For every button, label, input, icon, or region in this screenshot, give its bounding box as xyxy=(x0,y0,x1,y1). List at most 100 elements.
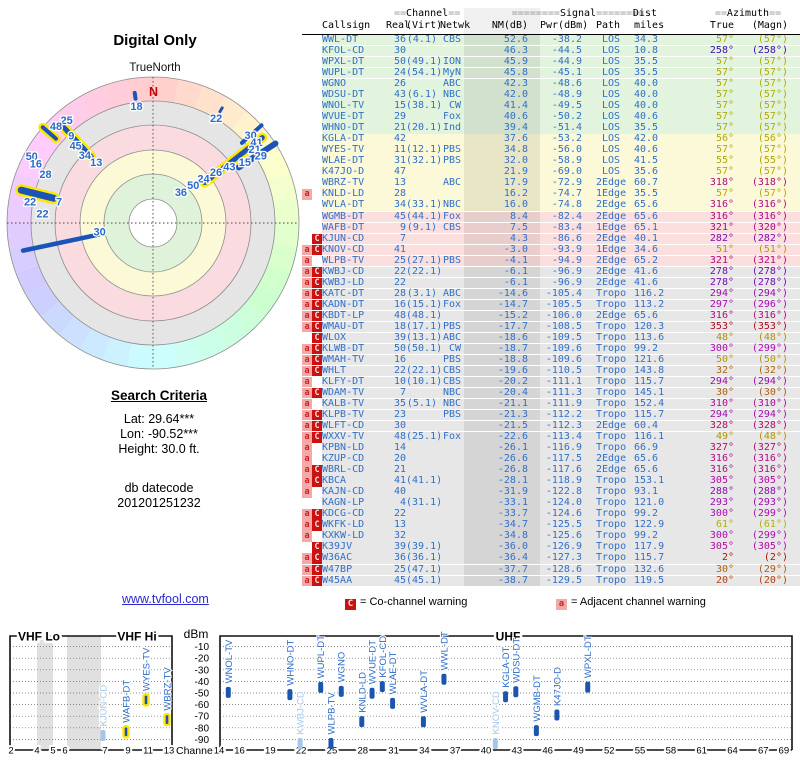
table-row: a C W47BP 25(47.1) -37.7 -128.6 Tropo 132.6 30°(… xyxy=(302,564,800,576)
column-header: Path xyxy=(596,20,621,31)
adjacent-warning-cell: a xyxy=(302,553,312,564)
column-header: Pwr(dBm) xyxy=(540,20,589,31)
svg-text:13: 13 xyxy=(164,746,175,757)
svg-text:26: 26 xyxy=(210,167,222,179)
signal-bar xyxy=(359,716,365,728)
adjacent-warning-cell: a xyxy=(302,421,312,432)
station-data: WBRZ-TV 13 ABC 17.9 -72.9 2Edge 60.7 318° (318°) xyxy=(322,178,800,189)
co-channel-warning-cell xyxy=(312,134,322,144)
signal-bar xyxy=(390,697,396,709)
adjacent-warning-cell xyxy=(302,498,312,508)
station-data: WAFB-DT 9(9.1) CBS 7.5 -83.4 1Edge 65.1 321° (32… xyxy=(322,222,800,233)
adjacent-channel-legend-text: = Adjacent channel warning xyxy=(571,596,706,608)
svg-text:-30: -30 xyxy=(195,665,210,676)
station-data: KATC-DT 28(3.1) ABC -14.6 -105.4 Tropo 116.2 29… xyxy=(322,288,800,300)
co-channel-warning-cell: C xyxy=(312,509,322,520)
signal-bar-label: WLPB-TV xyxy=(326,692,337,735)
co-channel-warning-cell xyxy=(312,223,322,233)
svg-text:69: 69 xyxy=(779,746,790,757)
adjacent-warning-cell: a xyxy=(302,376,312,388)
tvfool-link[interactable]: www.tvfool.com xyxy=(122,592,209,606)
vhf-bars: KJUN-CD WAFB-DT WYES-TV WBRZ-TV xyxy=(97,646,175,741)
svg-text:36: 36 xyxy=(175,187,187,199)
adjacent-warning-cell: a xyxy=(302,288,312,300)
co-channel-warning-cell xyxy=(312,531,322,541)
adjacent-warning-cell xyxy=(302,46,312,56)
adjacent-warning-cell: a xyxy=(302,299,312,311)
column-header: True xyxy=(709,20,734,31)
station-data: W45AA 45(45.1) -38.7 -129.5 Tropo 119.5 20° (20… xyxy=(322,575,800,586)
co-channel-warning-cell xyxy=(312,101,322,111)
adjacent-warning-cell xyxy=(302,212,312,222)
adjacent-warning-cell: a xyxy=(302,399,312,410)
svg-text:52: 52 xyxy=(604,746,615,757)
co-channel-warning-cell: C xyxy=(312,465,322,476)
adjacent-warning-cell: a xyxy=(302,266,312,278)
adjacent-warning-cell: a xyxy=(302,354,312,366)
station-data: KLPB-TV 23 PBS -21.3 -112.2 Tropo 115.7 294° (29… xyxy=(322,409,800,421)
signal-bar xyxy=(503,691,509,703)
adjacent-warning-cell xyxy=(302,134,312,144)
co-channel-legend-text: = Co-channel warning xyxy=(360,596,468,608)
group-header-channel: ==Channel== xyxy=(394,8,461,19)
co-channel-warning-cell xyxy=(312,256,322,266)
co-channel-warning-cell: C xyxy=(312,388,322,399)
adjacent-warning-cell: a xyxy=(302,189,312,200)
spectrum-charts: VHF Lo VHF Hi UHFdBm-10-20-30-40-50-60-70-… xyxy=(6,627,793,759)
adjacent-warning-cell xyxy=(302,145,312,155)
co-channel-warning-cell xyxy=(312,487,322,497)
svg-text:22: 22 xyxy=(36,208,48,220)
column-header: NM(dB) xyxy=(491,20,528,31)
svg-text:46: 46 xyxy=(542,746,553,757)
signal-bar-label: WGMB-DT xyxy=(532,675,543,722)
signal-bar-label: WAFB-DT xyxy=(122,680,133,723)
signal-bar xyxy=(297,738,303,749)
svg-text:15: 15 xyxy=(239,157,251,169)
station-data: WYES-TV 11(12.1)PBS 34.8 -56.0 LOS 40.6 57° (57… xyxy=(322,144,800,156)
table-row: a C W45AA 45(45.1) -38.7 -129.5 Tropo 119.5 20°(… xyxy=(302,575,800,587)
svg-text:30: 30 xyxy=(94,226,106,238)
adjacent-warning-cell: a xyxy=(302,531,312,542)
svg-text:11: 11 xyxy=(143,746,153,757)
adjacent-warning-cell: a xyxy=(302,465,312,476)
svg-text:VHF Hi: VHF Hi xyxy=(117,630,156,644)
station-data: WLPB-TV 25(27.1)PBS -4.1 -94.9 2Edge 65.2 321°… xyxy=(322,255,800,267)
svg-text:18: 18 xyxy=(130,101,142,113)
signal-bar-label: KNOV-CD xyxy=(491,691,502,734)
svg-text:dBm: dBm xyxy=(184,627,209,641)
station-data: KBCA 41(41.1) -28.1 -118.9 Tropo 153.1 305° (30… xyxy=(322,475,800,487)
signal-bar-label: WNOL-TV xyxy=(224,639,235,683)
adjacent-warning-cell xyxy=(302,542,312,552)
station-data: W36AC 36(36.1) -36.4 -127.3 Tropo 115.7 2° (2°) xyxy=(322,553,800,564)
adjacent-warning-cell xyxy=(302,90,312,100)
co-channel-warning-cell xyxy=(312,68,322,78)
signal-bar-label: KJUN-CD xyxy=(99,685,110,727)
co-channel-warning-cell: C xyxy=(312,542,322,553)
station-data: WLOX 39(13.1)ABC -18.6 -109.5 Tropo 113.6 48°(… xyxy=(322,332,800,344)
radar-subtitle: TrueNorth xyxy=(129,62,181,74)
signal-bar xyxy=(513,686,519,698)
signal-bar-label: WGNO xyxy=(337,652,348,683)
adjacent-warning-cell xyxy=(302,57,312,67)
co-channel-warning-cell: C xyxy=(312,354,322,366)
svg-text:7: 7 xyxy=(102,746,107,757)
station-data: KFOL-CD 30 46.3 -44.5 LOS 10.8 258° (258°) xyxy=(322,45,800,57)
co-channel-legend: C = Co-channel warning xyxy=(345,596,467,610)
station-data: WUPL-DT 24(54.1)MyN 45.8 -45.1 LOS 35.5 57° (57… xyxy=(322,67,800,79)
svg-text:4: 4 xyxy=(34,746,39,757)
svg-text:48: 48 xyxy=(50,121,62,133)
svg-text:64: 64 xyxy=(727,746,738,757)
column-header: (Magn) xyxy=(751,20,788,31)
svg-text:-70: -70 xyxy=(195,712,210,723)
svg-text:-60: -60 xyxy=(195,700,210,711)
signal-bar-label: WPXL-DT xyxy=(583,635,594,678)
station-data: WKFK-LD 13 -34.7 -125.5 Tropo 122.9 61° (61°) xyxy=(322,519,800,531)
adjacent-warning-cell xyxy=(302,234,312,244)
signal-bar-label: K47JO-D xyxy=(552,667,563,706)
svg-text:31: 31 xyxy=(388,746,399,757)
adjacent-warning-cell: a xyxy=(302,310,312,322)
table-row: WVLA-DT 34(33.1)NBC 16.0 -74.8 2Edge 65.6 316°… xyxy=(302,200,800,211)
station-data: WGMB-DT 45(44.1)Fox 8.4 -82.4 2Edge 65.6 316°(… xyxy=(322,211,800,222)
column-header: Netwk xyxy=(440,20,471,31)
station-data: WWL-DT 36(4.1) CBS 52.6 -38.2 LOS 34.3 57° (57°) xyxy=(322,34,800,46)
